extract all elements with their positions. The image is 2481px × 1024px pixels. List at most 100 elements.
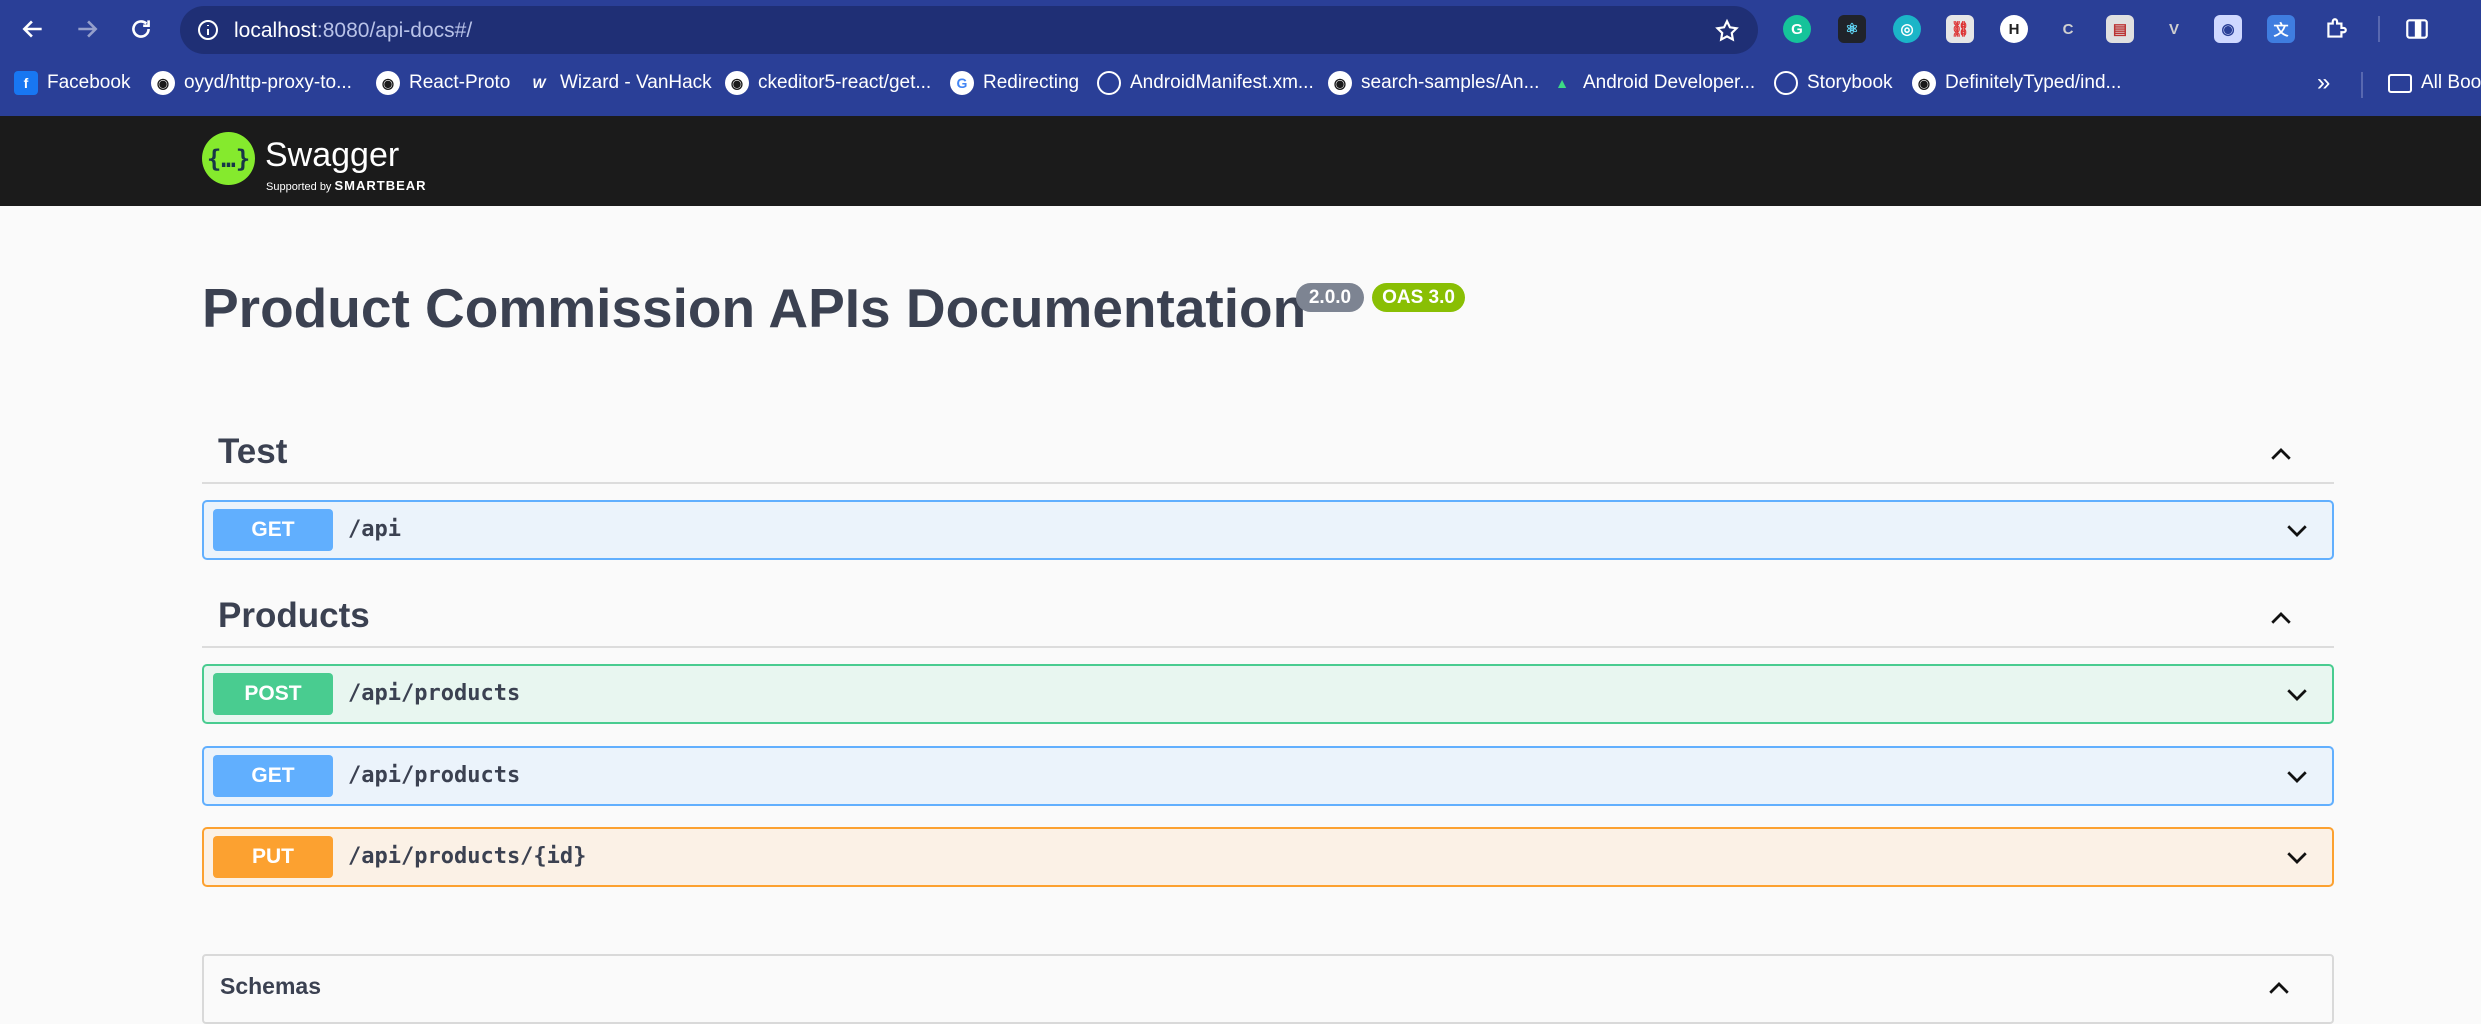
bookmark-androidmanifest[interactable]: AndroidManifest.xm... [1097,68,1314,98]
operation-path: /api/products [348,763,521,788]
folder-icon [2388,73,2412,93]
browser-toolbar: localhost:8080/api-docs#/ G ⚛ ◎ ⛓ H C ▤ … [0,0,2481,57]
schemas-section[interactable]: Schemas [202,954,2334,1024]
bookmark-storybook[interactable]: Storybook [1774,68,1893,98]
url-text[interactable]: localhost:8080/api-docs#/ [234,19,472,43]
screen-extension-icon[interactable]: ◉ [2214,15,2242,43]
forward-button[interactable] [70,12,104,46]
bookmark-facebook[interactable]: f Facebook [14,68,130,98]
bookmark-label: Facebook [47,72,131,93]
red-extension-icon[interactable]: ⛓ [1946,15,1974,43]
url-host: localhost [234,19,317,42]
chevron-up-icon[interactable] [2264,974,2294,1004]
bookmark-label: Android Developer... [1583,72,1756,93]
method-badge: GET [213,509,333,551]
bookmark-wizard-vanhack[interactable]: W Wizard - VanHack [527,68,712,98]
bookmark-label: ckeditor5-react/get... [758,72,932,93]
operation-path: /api/products/{id} [348,844,587,869]
swagger-logo-icon[interactable]: {…} [202,132,255,185]
chevron-up-icon[interactable] [2266,604,2296,634]
all-bookmarks-button[interactable]: All Boo [2388,68,2481,98]
wizard-icon: W [532,75,546,91]
facebook-icon: f [14,71,38,95]
operation-path: /api [348,517,401,542]
bookmarks-divider [2361,72,2363,98]
operation-put-api-products-id[interactable]: PUT /api/products/{id} [202,827,2334,887]
bookmark-redirecting[interactable]: G Redirecting [950,68,1079,98]
version-badge: 2.0.0 [1296,283,1364,312]
toolbar-divider [2378,16,2380,42]
bookmark-label: search-samples/An... [1361,72,1540,93]
logo-sub-prefix: Supported by [266,181,332,193]
bookmark-label: Wizard - VanHack [560,72,712,93]
oas-version-badge: OAS 3.0 [1372,283,1465,312]
arrow-left-icon [22,20,42,38]
bookmarks-bar: f Facebook ◉ oyyd/http-proxy-to... ◉ React-… [0,62,2481,106]
more-bookmarks-button[interactable]: » [2317,68,2330,98]
bookmark-ckeditor5-react[interactable]: ◉ ckeditor5-react/get... [725,68,931,98]
page-title: Product Commission APIs Documentation [202,277,1307,339]
bookmark-label: DefinitelyTyped/ind... [1945,72,2122,93]
schemas-label: Schemas [220,973,322,999]
github-icon: ◉ [1328,71,1352,95]
site-info-icon[interactable] [196,18,220,42]
side-panel-icon[interactable] [2403,15,2431,43]
github-icon: ◉ [1912,71,1936,95]
chevron-down-icon[interactable] [2282,515,2312,545]
all-bookmarks-label: All Boo [2421,72,2481,93]
react-devtools-extension-icon[interactable]: ⚛ [1838,15,1866,43]
bookmark-label: AndroidManifest.xm... [1130,72,1314,93]
github-icon: ◉ [725,71,749,95]
github-icon: ◉ [376,71,400,95]
address-bar[interactable]: localhost:8080/api-docs#/ [180,6,1758,54]
arrow-right-icon [78,20,98,38]
bookmark-definitelytyped[interactable]: ◉ DefinitelyTyped/ind... [1912,68,2121,98]
bookmark-search-samples[interactable]: ◉ search-samples/An... [1328,68,1539,98]
method-badge: PUT [213,836,333,878]
window-extension-icon[interactable]: ▤ [2106,15,2134,43]
tag-header-products[interactable]: Products [202,590,2334,648]
target-extension-icon[interactable]: ◎ [1893,15,1921,43]
translate-extension-icon[interactable]: 文 [2267,15,2295,43]
android-icon: ▲ [1555,75,1569,91]
operation-get-api-products[interactable]: GET /api/products [202,746,2334,806]
puzzle-extensions-icon[interactable] [2322,15,2350,43]
chevron-down-icon[interactable] [2282,679,2312,709]
tag-name: Products [218,596,370,635]
h-extension-icon[interactable]: H [2000,15,2028,43]
bookmark-label: Redirecting [983,72,1080,93]
operation-post-api-products[interactable]: POST /api/products [202,664,2334,724]
vue-extension-icon[interactable]: V [2160,15,2188,43]
chevron-up-icon[interactable] [2266,440,2296,470]
chevron-down-icon[interactable] [2282,761,2312,791]
back-button[interactable] [16,12,50,46]
swagger-topbar: {…} Swagger Supported by SMARTBEAR [0,116,2481,206]
bookmark-label: oyyd/http-proxy-to... [184,72,352,93]
bookmark-label: Storybook [1807,72,1893,93]
swagger-logo-subtitle: Supported by SMARTBEAR [266,178,427,193]
bookmark-react-proto[interactable]: ◉ React-Proto [376,68,510,98]
operation-get-api[interactable]: GET /api [202,500,2334,560]
github-icon: ◉ [151,71,175,95]
bookmark-android-developer[interactable]: ▲ Android Developer... [1550,68,1755,98]
method-badge: GET [213,755,333,797]
grammarly-extension-icon[interactable]: G [1783,15,1811,43]
swagger-logo-text[interactable]: Swagger [265,136,399,175]
globe-icon [1774,71,1798,95]
method-badge: POST [213,673,333,715]
logo-sub-brand: SMARTBEAR [334,178,427,193]
bookmark-label: React-Proto [409,72,511,93]
browser-chrome: localhost:8080/api-docs#/ G ⚛ ◎ ⛓ H C ▤ … [0,0,2481,116]
chevron-down-icon[interactable] [2282,842,2312,872]
reload-button[interactable] [124,12,158,46]
globe-icon [1097,71,1121,95]
tag-header-test[interactable]: Test [202,426,2334,484]
url-path: :8080/api-docs#/ [316,19,473,42]
google-icon: G [950,71,974,95]
bookmark-http-proxy[interactable]: ◉ oyyd/http-proxy-to... [151,68,352,98]
bookmark-star-icon[interactable] [1714,18,1740,44]
reload-icon [132,20,150,38]
tag-name: Test [218,432,288,471]
c-extension-icon[interactable]: C [2054,15,2082,43]
operation-path: /api/products [348,681,521,706]
